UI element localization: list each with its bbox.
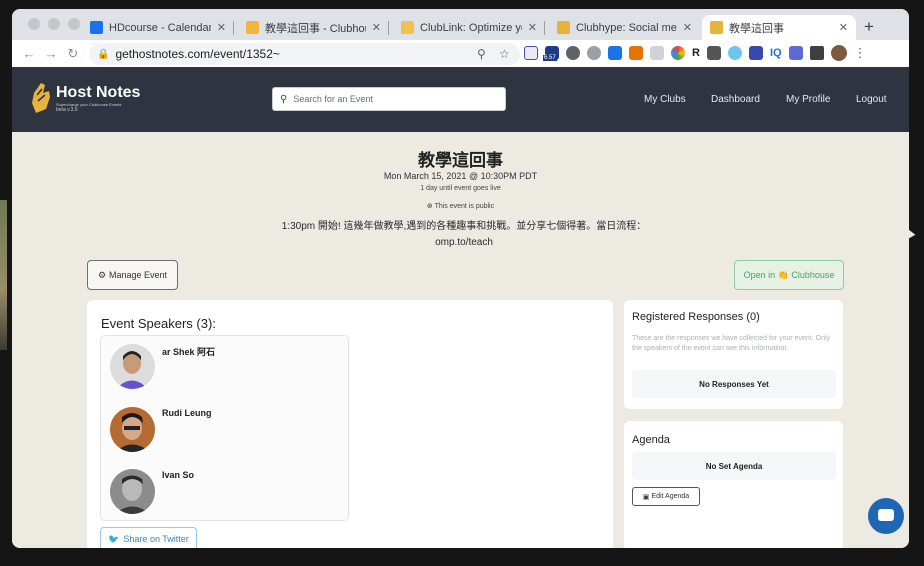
edit-agenda-button[interactable]: ▣ Edit Agenda: [632, 487, 700, 506]
clublink-icon: [401, 21, 414, 34]
speaker-name: Ivan So: [162, 470, 195, 480]
search-placeholder: Search for an Event: [293, 94, 373, 104]
address-bar[interactable]: 🔒 gethostnotes.com/event/1352~ ⚲ ☆: [89, 43, 520, 65]
responses-heading: Registered Responses (0): [632, 311, 760, 323]
extension-person-icon[interactable]: [566, 46, 580, 60]
brand-version: beta v.3.0: [56, 107, 78, 113]
close-tab-icon[interactable]: ✕: [217, 21, 226, 34]
agenda-card: Agenda No Set Agenda ▣ Edit Agenda: [624, 421, 843, 548]
extension-globe-icon[interactable]: [587, 46, 601, 60]
no-agenda-message: No Set Agenda: [632, 452, 836, 480]
extension-blue-icon[interactable]: [608, 46, 622, 60]
desktop-wallpaper-fragment: [0, 200, 7, 350]
extension-iq-icon[interactable]: IQ: [770, 46, 782, 60]
event-page: 教學這回事 Mon March 15, 2021 @ 10:30PM PDT 1…: [12, 132, 909, 548]
tab-hdcourse-calendar[interactable]: HDcourse - Calendar - We ✕: [82, 15, 234, 40]
new-tab-button[interactable]: +: [864, 17, 874, 37]
tab-clubhype[interactable]: Clubhype: Social media p ✕: [549, 15, 700, 40]
manage-event-button[interactable]: ⚙ Manage Event: [87, 260, 178, 290]
site-header: Host Notes Supercharge your Clubhouse Ev…: [12, 67, 909, 132]
forward-arrow-icon[interactable]: →: [40, 46, 62, 61]
browser-menu-icon[interactable]: ⋮: [854, 45, 867, 61]
responses-description: These are the responses we have collecte…: [632, 335, 831, 352]
window-controls[interactable]: [28, 18, 80, 30]
open-in-clubhouse-button[interactable]: Open in 👏 Clubhouse: [734, 260, 844, 290]
tab-strip: HDcourse - Calendar - We ✕ 教學這回事 - Clubh…: [12, 9, 909, 40]
close-tab-icon[interactable]: ✕: [683, 21, 692, 34]
share-on-twitter-button[interactable]: 🐦 Share on Twitter: [100, 527, 197, 548]
reload-icon[interactable]: ↻: [62, 46, 84, 62]
browser-window: HDcourse - Calendar - We ✕ 教學這回事 - Clubh…: [12, 9, 909, 548]
list-item[interactable]: Ivan So: [110, 469, 340, 519]
extension-shapes-icon[interactable]: [788, 46, 803, 60]
chat-support-button[interactable]: [868, 498, 904, 534]
event-title: 教學這回事: [418, 151, 503, 170]
browser-toolbar: ← → ↻ 🔒 gethostnotes.com/event/1352~ ⚲ ☆…: [12, 40, 909, 67]
close-window-button[interactable]: [28, 18, 40, 30]
tab-clublink[interactable]: ClubLink: Optimize your C ✕: [393, 15, 545, 40]
clubhype-icon: [557, 21, 570, 34]
speaker-name: Rudi Leung: [162, 408, 212, 418]
close-tab-icon[interactable]: ✕: [528, 21, 537, 34]
extension-r-icon[interactable]: R: [692, 46, 700, 60]
maximize-window-button[interactable]: [68, 18, 80, 30]
minimize-window-button[interactable]: [48, 18, 60, 30]
search-icon: ⚲: [280, 93, 288, 105]
list-item[interactable]: Rudi Leung: [110, 407, 340, 457]
agenda-heading: Agenda: [632, 434, 670, 446]
calendar-icon: [90, 21, 103, 34]
back-arrow-icon[interactable]: ←: [18, 46, 40, 61]
speakers-list: ar Shek 阿石 Rudi Leung Ivan So: [100, 335, 349, 521]
no-responses-message: No Responses Yet: [632, 370, 836, 398]
nav-logout[interactable]: Logout: [856, 94, 887, 105]
search-icon[interactable]: ⚲: [477, 47, 486, 61]
extension-colorwheel-icon[interactable]: [671, 46, 685, 60]
extension-square-icon[interactable]: [706, 46, 721, 60]
clubhouse-wave-icon: [246, 21, 259, 34]
bookmark-star-icon[interactable]: ☆: [499, 47, 510, 61]
extensions-bar: 6.57 R IQ ⋮: [524, 45, 867, 61]
calendar-edit-icon: ▣: [642, 493, 650, 501]
event-visibility: ⊕ This event is public: [426, 203, 495, 210]
hostnotes-icon: [710, 21, 723, 34]
extensions-puzzle-icon[interactable]: [809, 46, 824, 60]
registered-responses-card: Registered Responses (0) These are the r…: [624, 300, 843, 409]
extension-gear-icon[interactable]: [727, 46, 742, 60]
twitter-bird-icon: 🐦: [108, 533, 120, 544]
speakers-card: Event Speakers (3): ar Shek 阿石 Rudi Leun…: [87, 300, 613, 548]
gears-icon: ⚙: [97, 269, 107, 280]
tab-hostnotes-active[interactable]: 教學這回事 ✕: [702, 15, 856, 40]
speaker-name: ar Shek 阿石: [162, 347, 216, 357]
profile-avatar[interactable]: [830, 45, 847, 61]
extension-puzzle-badge-icon[interactable]: [748, 46, 763, 60]
event-search-input[interactable]: ⚲ Search for an Event: [272, 87, 506, 111]
tab-clubhouse-event[interactable]: 教學這回事 - Clubhouse ✕: [238, 15, 389, 40]
extension-grid-icon[interactable]: [650, 46, 664, 60]
event-date: Mon March 15, 2021 @ 10:30PM PDT: [383, 171, 538, 181]
lock-icon: 🔒: [97, 48, 110, 60]
site-logo[interactable]: Host Notes Supercharge your Clubhouse Ev…: [30, 81, 140, 115]
extension-reader-icon[interactable]: [524, 46, 538, 60]
avatar: [110, 344, 155, 389]
event-description: 1:30pm 開始! 這幾年做教學,遇到的各種趣事和挑戰。並分享七個得著。當日流…: [281, 221, 647, 248]
avatar: [110, 407, 155, 452]
nav-dashboard[interactable]: Dashboard: [711, 94, 760, 105]
hand-wave-logo-icon: [32, 83, 50, 113]
speakers-heading: Event Speakers (3):: [101, 316, 216, 331]
avatar: [110, 469, 155, 514]
brand-name: Host Notes: [56, 84, 141, 101]
extension-orange-icon[interactable]: [629, 46, 643, 60]
url-text: gethostnotes.com/event/1352~: [115, 47, 280, 61]
event-countdown: 1 day until event goes live: [420, 185, 501, 192]
list-item[interactable]: ar Shek 阿石: [110, 344, 340, 394]
close-tab-icon[interactable]: ✕: [839, 21, 848, 34]
nav-my-clubs[interactable]: My Clubs: [644, 94, 686, 105]
close-tab-icon[interactable]: ✕: [372, 21, 381, 34]
globe-icon: ⊕: [426, 203, 433, 210]
extension-badge-icon[interactable]: 6.57: [543, 46, 559, 61]
nav-my-profile[interactable]: My Profile: [786, 94, 830, 105]
